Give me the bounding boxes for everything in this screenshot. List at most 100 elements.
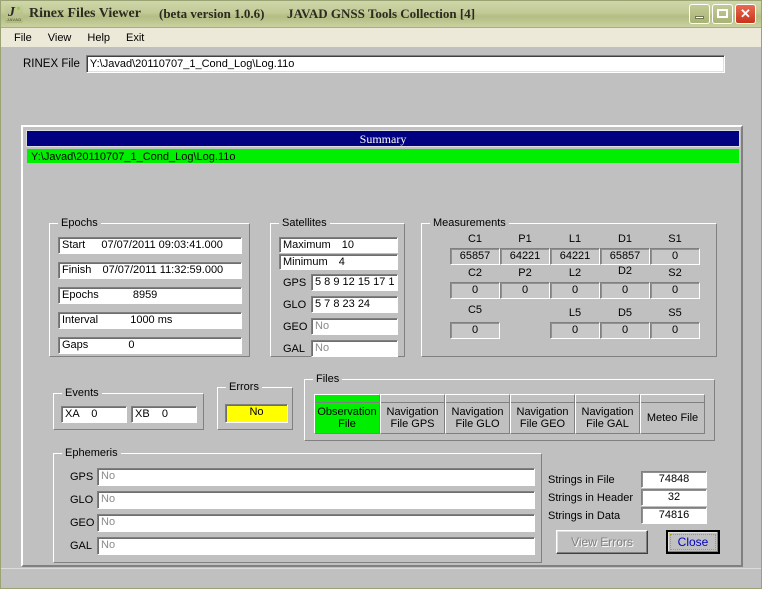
epochs-interval-value: 1000 ms bbox=[130, 314, 172, 326]
file-tab-navigation-geo-label: Navigation File GEO bbox=[517, 398, 569, 430]
file-tab-meteo[interactable]: Meteo File bbox=[640, 394, 705, 434]
ephemeris-glo-label: GLO bbox=[70, 494, 93, 506]
measurement-header-c2: C2 bbox=[450, 267, 500, 279]
satellites-maximum-field: Maximum 10 bbox=[279, 237, 398, 253]
events-legend: Events bbox=[62, 387, 102, 399]
epochs-finish-label: Finish bbox=[62, 264, 91, 276]
close-button[interactable]: Close bbox=[666, 530, 720, 554]
client-area: RINEX File Summary Y:\Javad\20110707_1_C… bbox=[1, 47, 761, 588]
satellites-gps-label: GPS bbox=[283, 277, 306, 289]
main-window: J JAVAD Rinex Files Viewer (beta version… bbox=[0, 0, 762, 589]
summary-panel: Summary Y:\Javad\20110707_1_Cond_Log\Log… bbox=[21, 125, 743, 567]
close-icon: ✕ bbox=[736, 6, 755, 22]
epochs-finish-value: 07/07/2011 11:32:59.000 bbox=[102, 264, 223, 276]
satellites-gal-label: GAL bbox=[283, 343, 305, 355]
measurement-header-s2: S2 bbox=[650, 267, 700, 279]
satellites-maximum-value: 10 bbox=[342, 239, 354, 251]
menu-item-file[interactable]: File bbox=[6, 30, 40, 46]
file-tab-navigation-glo[interactable]: Navigation File GLO bbox=[445, 394, 510, 434]
measurement-header-d5: D5 bbox=[600, 307, 650, 319]
satellites-geo-field: No bbox=[311, 318, 398, 335]
ephemeris-legend: Ephemeris bbox=[62, 447, 121, 459]
rinex-file-row: RINEX File bbox=[1, 52, 762, 76]
epochs-gaps-field: Gaps 0 bbox=[58, 337, 242, 354]
errors-status-badge: No bbox=[225, 404, 288, 423]
satellites-minimum-label: Minimum bbox=[283, 256, 328, 268]
ephemeris-gal-field: No bbox=[97, 537, 535, 555]
epochs-gaps-value: 0 bbox=[128, 339, 134, 351]
epochs-start-value: 07/07/2011 09:03:41.000 bbox=[101, 239, 223, 251]
file-tab-navigation-gps[interactable]: Navigation File GPS bbox=[380, 394, 445, 434]
events-xa-field: XA 0 bbox=[61, 406, 127, 423]
rinex-file-input[interactable] bbox=[86, 55, 725, 73]
menu-item-view[interactable]: View bbox=[40, 30, 80, 46]
measurement-header-c1: C1 bbox=[450, 233, 500, 245]
measurement-value-s5: 0 bbox=[650, 322, 700, 339]
title-bar: J JAVAD Rinex Files Viewer (beta version… bbox=[1, 1, 761, 28]
file-tab-navigation-gal[interactable]: Navigation File GAL bbox=[575, 394, 640, 434]
strings-in-file-value: 74848 bbox=[641, 471, 707, 488]
file-tab-observation[interactable]: Observation File bbox=[314, 394, 380, 434]
epochs-count-value: 8959 bbox=[133, 289, 157, 301]
menu-item-help[interactable]: Help bbox=[79, 30, 118, 46]
measurement-value-p1: 64221 bbox=[500, 248, 550, 265]
measurement-value-c5: 0 bbox=[450, 322, 500, 339]
menu-bar: File View Help Exit bbox=[1, 28, 761, 47]
maximize-button[interactable] bbox=[712, 4, 733, 24]
measurement-header-l2: L2 bbox=[550, 267, 600, 279]
measurement-header-l5: L5 bbox=[550, 307, 600, 319]
satellites-gps-field: 5 8 9 12 15 17 1 bbox=[311, 274, 398, 291]
file-tab-observation-label: Observation File bbox=[317, 398, 376, 430]
view-errors-button[interactable]: View Errors bbox=[556, 530, 648, 554]
epochs-interval-field: Interval 1000 ms bbox=[58, 312, 242, 329]
epochs-start-label: Start bbox=[62, 239, 85, 251]
file-tab-navigation-gps-label: Navigation File GPS bbox=[387, 398, 439, 430]
measurement-value-s1: 0 bbox=[650, 248, 700, 265]
measurement-header-l1: L1 bbox=[550, 233, 600, 245]
strings-in-file-label: Strings in File bbox=[548, 474, 615, 486]
ephemeris-geo-label: GEO bbox=[70, 517, 94, 529]
satellites-group: Satellites Maximum 10 Minimum 4 GPS 5 8 … bbox=[270, 223, 405, 357]
rinex-file-label: RINEX File bbox=[23, 58, 80, 70]
epochs-legend: Epochs bbox=[58, 217, 101, 229]
status-bar bbox=[1, 568, 761, 588]
events-xb-label: XB bbox=[135, 408, 150, 420]
files-group: Files Observation File Navigation File G… bbox=[304, 379, 715, 441]
measurement-value-l1: 64221 bbox=[550, 248, 600, 265]
measurement-value-l2: 0 bbox=[550, 282, 600, 299]
ephemeris-geo-field: No bbox=[97, 514, 535, 532]
minimize-button[interactable] bbox=[689, 4, 710, 24]
satellites-geo-label: GEO bbox=[283, 321, 307, 333]
measurement-value-s2: 0 bbox=[650, 282, 700, 299]
satellites-minimum-field: Minimum 4 bbox=[279, 254, 398, 270]
measurement-header-d1: D1 bbox=[600, 233, 650, 245]
epochs-interval-label: Interval bbox=[62, 314, 98, 326]
epochs-group: Epochs Start 07/07/2011 09:03:41.000 Fin… bbox=[49, 223, 250, 357]
javad-logo-icon: J JAVAD bbox=[5, 5, 23, 23]
close-button-label: Close bbox=[670, 534, 716, 550]
epochs-count-field: Epochs 8959 bbox=[58, 287, 242, 304]
epochs-gaps-label: Gaps bbox=[62, 339, 88, 351]
epochs-count-label: Epochs bbox=[62, 289, 99, 301]
strings-in-header-label: Strings in Header bbox=[548, 492, 633, 504]
ephemeris-group: Ephemeris GPS No GLO No GEO No GAL No bbox=[53, 453, 542, 563]
events-xb-field: XB 0 bbox=[131, 406, 197, 423]
measurement-value-l5: 0 bbox=[550, 322, 600, 339]
menu-item-exit[interactable]: Exit bbox=[118, 30, 152, 46]
measurement-header-s1: S1 bbox=[650, 233, 700, 245]
epochs-start-field: Start 07/07/2011 09:03:41.000 bbox=[58, 237, 242, 254]
window-buttons: ✕ bbox=[689, 4, 759, 24]
summary-header: Summary bbox=[26, 130, 740, 147]
measurement-value-c2: 0 bbox=[450, 282, 500, 299]
measurement-header-s5: S5 bbox=[650, 307, 700, 319]
satellites-glo-label: GLO bbox=[283, 299, 306, 311]
files-legend: Files bbox=[313, 373, 342, 385]
measurement-value-d5: 0 bbox=[600, 322, 650, 339]
file-tab-navigation-geo[interactable]: Navigation File GEO bbox=[510, 394, 575, 434]
measurement-header-p2: P2 bbox=[500, 267, 550, 279]
close-window-button[interactable]: ✕ bbox=[735, 4, 756, 24]
satellites-glo-field: 5 7 8 23 24 bbox=[311, 296, 398, 313]
errors-group: Errors No bbox=[217, 387, 293, 430]
measurement-value-c1: 65857 bbox=[450, 248, 500, 265]
ephemeris-gps-label: GPS bbox=[70, 471, 93, 483]
